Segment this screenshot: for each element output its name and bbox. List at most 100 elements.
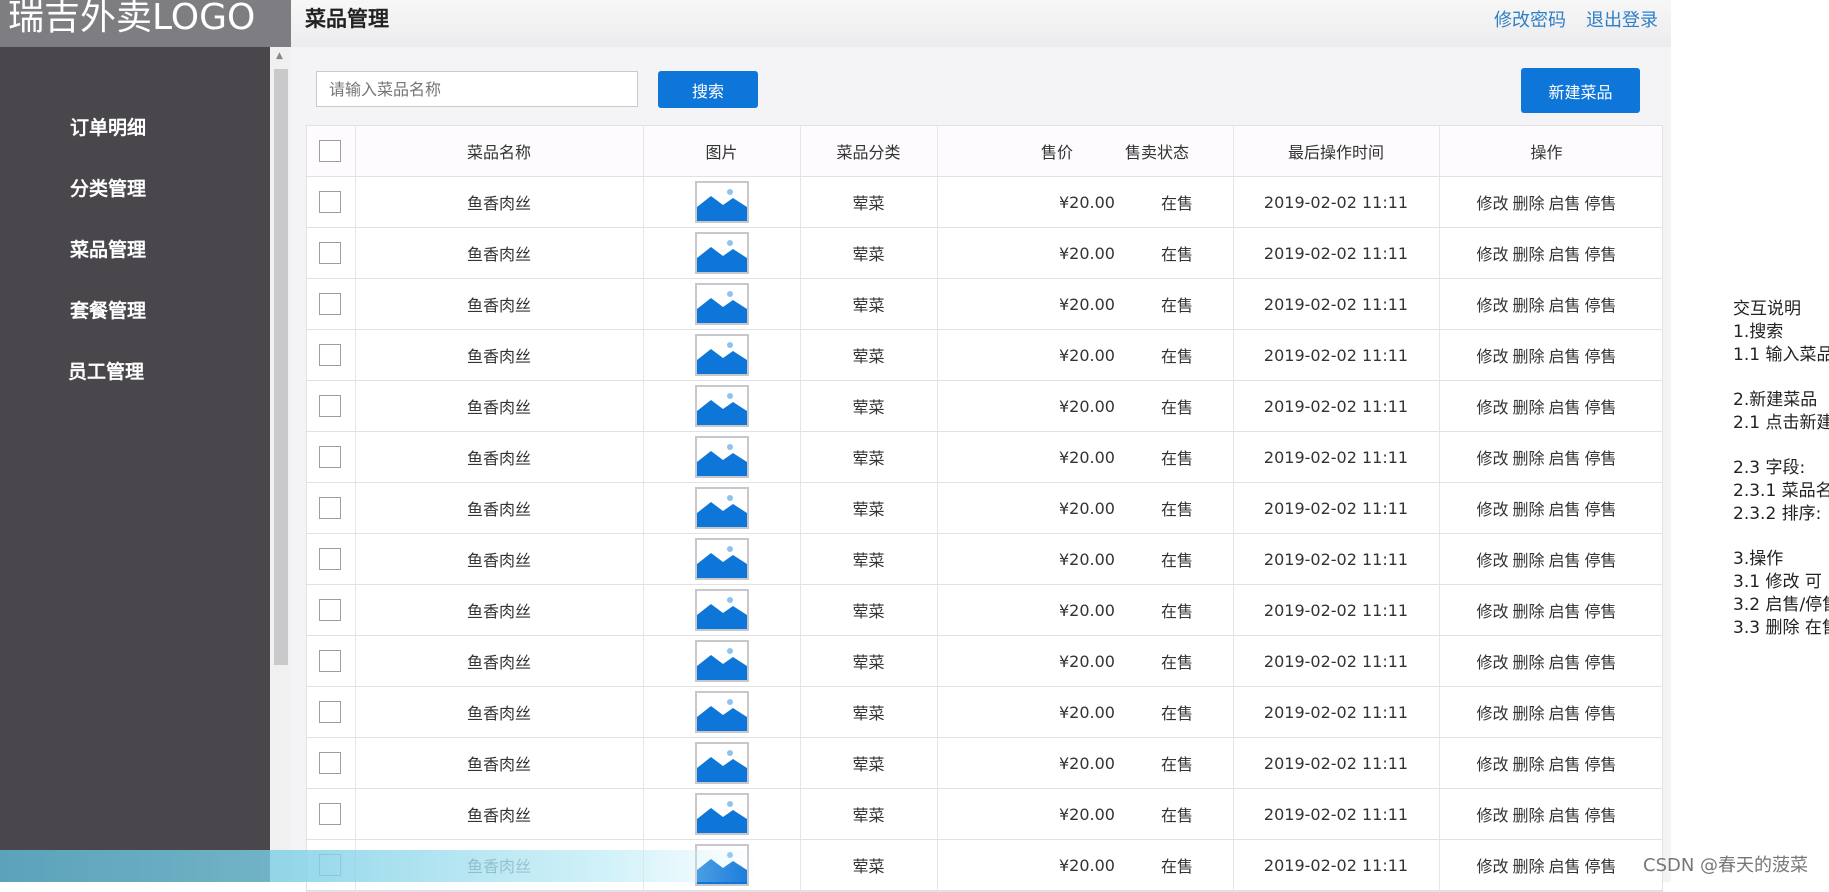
image-placeholder-icon[interactable]	[694, 334, 749, 376]
vertical-scrollbar[interactable]: ▲	[270, 47, 291, 882]
disable-sale-link[interactable]: 停售	[1585, 496, 1617, 520]
last-operation-time: 2019-02-02 11:11	[1263, 294, 1409, 314]
enable-sale-link[interactable]: 启售	[1549, 700, 1581, 724]
disable-sale-link[interactable]: 停售	[1585, 445, 1617, 469]
delete-link[interactable]: 删除	[1512, 496, 1544, 520]
edit-link[interactable]: 修改	[1476, 241, 1508, 265]
row-checkbox[interactable]	[319, 803, 341, 825]
edit-link[interactable]: 修改	[1476, 394, 1508, 418]
row-checkbox[interactable]	[319, 752, 341, 774]
change-password-link[interactable]: 修改密码	[1494, 6, 1566, 32]
edit-link[interactable]: 修改	[1476, 649, 1508, 673]
edit-link[interactable]: 修改	[1476, 496, 1508, 520]
delete-link[interactable]: 删除	[1512, 598, 1544, 622]
image-placeholder-icon[interactable]	[694, 436, 749, 478]
image-placeholder-icon[interactable]	[694, 538, 749, 580]
delete-link[interactable]: 删除	[1512, 241, 1544, 265]
disable-sale-link[interactable]: 停售	[1585, 751, 1617, 775]
sidebar-item-setmeals[interactable]: 套餐管理	[70, 296, 146, 323]
image-placeholder-icon[interactable]	[694, 691, 749, 733]
disable-sale-link[interactable]: 停售	[1585, 394, 1617, 418]
disable-sale-link[interactable]: 停售	[1585, 853, 1617, 877]
delete-link[interactable]: 删除	[1512, 649, 1544, 673]
image-placeholder-icon[interactable]	[694, 589, 749, 631]
disable-sale-link[interactable]: 停售	[1585, 343, 1617, 367]
delete-link[interactable]: 删除	[1512, 853, 1544, 877]
edit-link[interactable]: 修改	[1476, 751, 1508, 775]
disable-sale-link[interactable]: 停售	[1585, 649, 1617, 673]
delete-link[interactable]: 删除	[1512, 343, 1544, 367]
enable-sale-link[interactable]: 启售	[1549, 649, 1581, 673]
enable-sale-link[interactable]: 启售	[1549, 190, 1581, 214]
row-checkbox[interactable]	[319, 446, 341, 468]
image-placeholder-icon[interactable]	[694, 742, 749, 784]
disable-sale-link[interactable]: 停售	[1585, 190, 1617, 214]
image-placeholder-icon[interactable]	[694, 385, 749, 427]
sidebar-item-categories[interactable]: 分类管理	[70, 174, 146, 201]
enable-sale-link[interactable]: 启售	[1549, 241, 1581, 265]
scroll-thumb[interactable]	[274, 69, 288, 665]
disable-sale-link[interactable]: 停售	[1585, 700, 1617, 724]
edit-link[interactable]: 修改	[1476, 598, 1508, 622]
image-placeholder-icon[interactable]	[694, 487, 749, 529]
delete-link[interactable]: 删除	[1512, 292, 1544, 316]
delete-link[interactable]: 删除	[1512, 445, 1544, 469]
edit-link[interactable]: 修改	[1476, 547, 1508, 571]
disable-sale-link[interactable]: 停售	[1585, 598, 1617, 622]
select-all-checkbox[interactable]	[319, 140, 341, 162]
scroll-up-icon[interactable]: ▲	[276, 51, 283, 61]
enable-sale-link[interactable]: 启售	[1549, 598, 1581, 622]
delete-link[interactable]: 删除	[1512, 802, 1544, 826]
delete-link[interactable]: 删除	[1512, 700, 1544, 724]
delete-link[interactable]: 删除	[1512, 394, 1544, 418]
image-placeholder-icon[interactable]	[694, 232, 749, 274]
row-checkbox[interactable]	[319, 701, 341, 723]
image-placeholder-icon[interactable]	[694, 283, 749, 325]
logout-link[interactable]: 退出登录	[1586, 6, 1658, 32]
row-checkbox[interactable]	[319, 548, 341, 570]
row-checkbox[interactable]	[319, 344, 341, 366]
delete-link[interactable]: 删除	[1512, 547, 1544, 571]
dish-status: 在售	[1160, 296, 1193, 315]
sidebar-item-employees[interactable]: 员工管理	[68, 357, 144, 384]
enable-sale-link[interactable]: 启售	[1549, 751, 1581, 775]
dish-name: 鱼香肉丝	[466, 653, 531, 672]
disable-sale-link[interactable]: 停售	[1585, 547, 1617, 571]
image-placeholder-icon[interactable]	[694, 640, 749, 682]
enable-sale-link[interactable]: 启售	[1549, 343, 1581, 367]
enable-sale-link[interactable]: 启售	[1549, 496, 1581, 520]
disable-sale-link[interactable]: 停售	[1585, 802, 1617, 826]
enable-sale-link[interactable]: 启售	[1549, 853, 1581, 877]
delete-link[interactable]: 删除	[1512, 190, 1544, 214]
search-input[interactable]	[316, 71, 638, 107]
row-checkbox[interactable]	[319, 650, 341, 672]
edit-link[interactable]: 修改	[1476, 292, 1508, 316]
row-checkbox[interactable]	[319, 293, 341, 315]
edit-link[interactable]: 修改	[1476, 190, 1508, 214]
row-checkbox[interactable]	[319, 497, 341, 519]
delete-link[interactable]: 删除	[1512, 751, 1544, 775]
edit-link[interactable]: 修改	[1476, 802, 1508, 826]
disable-sale-link[interactable]: 停售	[1585, 241, 1617, 265]
sidebar-item-orders[interactable]: 订单明细	[70, 113, 146, 140]
row-checkbox[interactable]	[319, 599, 341, 621]
edit-link[interactable]: 修改	[1476, 853, 1508, 877]
enable-sale-link[interactable]: 启售	[1549, 802, 1581, 826]
dish-status: 在售	[1160, 194, 1193, 213]
image-placeholder-icon[interactable]	[694, 181, 749, 223]
enable-sale-link[interactable]: 启售	[1549, 394, 1581, 418]
enable-sale-link[interactable]: 启售	[1549, 547, 1581, 571]
row-checkbox[interactable]	[319, 395, 341, 417]
row-checkbox[interactable]	[319, 242, 341, 264]
enable-sale-link[interactable]: 启售	[1549, 292, 1581, 316]
edit-link[interactable]: 修改	[1476, 700, 1508, 724]
row-checkbox[interactable]	[319, 191, 341, 213]
image-placeholder-icon[interactable]	[694, 793, 749, 835]
sidebar-item-dishes[interactable]: 菜品管理	[70, 235, 146, 262]
enable-sale-link[interactable]: 启售	[1549, 445, 1581, 469]
search-button[interactable]: 搜索	[658, 71, 758, 108]
new-dish-button[interactable]: 新建菜品	[1521, 68, 1640, 113]
edit-link[interactable]: 修改	[1476, 343, 1508, 367]
disable-sale-link[interactable]: 停售	[1585, 292, 1617, 316]
edit-link[interactable]: 修改	[1476, 445, 1508, 469]
